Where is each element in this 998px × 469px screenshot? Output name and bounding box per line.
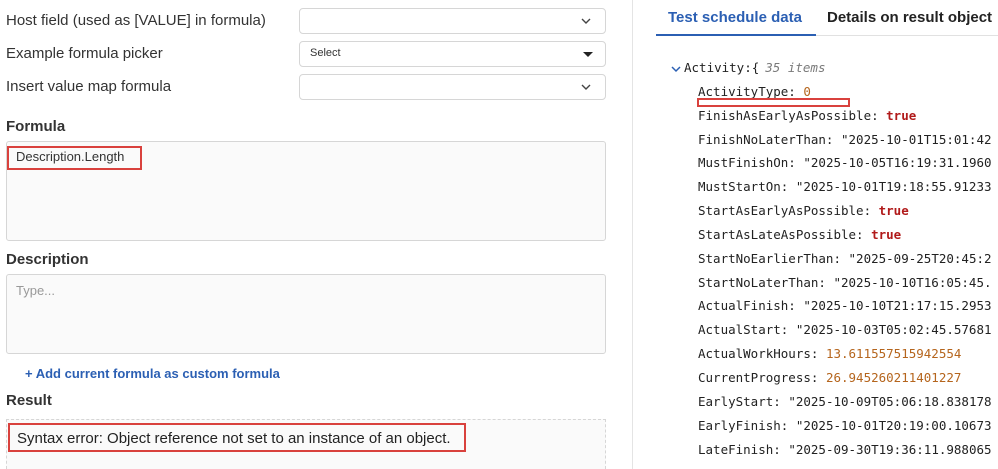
json-key: MustFinishOn: [698,155,796,170]
result-label: Result [6,392,52,409]
json-row: LateFinish: "2025-09-30T19:36:11.988065 [698,442,992,457]
json-key: ActivityType: [698,84,796,99]
active-tab-indicator [656,34,816,36]
json-value: "2025-10-09T05:06:18.838178 [788,394,992,409]
chevron-down-icon[interactable] [670,63,682,75]
json-value: "2025-10-10T16:05:45. [833,275,992,290]
json-row: FinishAsEarlyAsPossible: true [698,108,916,123]
tab-details-on-result-object[interactable]: Details on result object [827,9,992,26]
description-placeholder: Type... [16,283,56,298]
example-picker-value: Select [310,47,341,59]
json-key: MustStartOn: [698,179,789,194]
caret-down-icon [583,52,593,57]
activity-type-highlight-box [697,98,850,107]
json-row: FinishNoLaterThan: "2025-10-01T15:01:42 [698,132,992,147]
json-value: true [886,108,917,123]
chevron-down-icon [581,84,591,90]
json-row: ActualFinish: "2025-10-10T21:17:15.2953 [698,298,992,313]
json-value: "2025-10-01T15:01:42 [841,132,992,147]
json-value: 13.611557515942554 [825,346,962,361]
json-item-count: 35 items [765,60,826,75]
json-value: "2025-10-10T21:17:15.2953 [803,298,992,313]
json-row: MustStartOn: "2025-10-01T19:18:55.91233 [698,179,992,194]
json-value: 26.945260211401227 [825,370,962,385]
json-root-node[interactable]: Activity:{35 items [670,60,825,75]
json-row: ActivityType: 0 [698,84,811,99]
json-value: 0 [803,84,811,99]
description-label: Description [6,251,89,268]
json-value: "2025-10-03T05:02:45.57681 [795,322,992,337]
json-row: StartNoEarlierThan: "2025-09-25T20:45:2 [698,251,992,266]
json-root-brace: { [751,60,760,75]
json-value: true [871,227,902,242]
json-key: StartAsEarlyAsPossible: [698,203,872,218]
json-key: CurrentProgress: [698,370,819,385]
example-picker-label: Example formula picker [6,45,163,62]
json-key: EarlyFinish: [698,418,789,433]
json-value: "2025-10-01T20:19:00.10673 [795,418,992,433]
json-row: ActualWorkHours: 13.611557515942554 [698,346,961,361]
json-value: true [878,203,909,218]
description-input[interactable]: Type... [6,274,606,354]
host-field-select[interactable] [299,8,606,34]
json-value: "2025-09-25T20:45:2 [848,251,992,266]
value-map-select[interactable] [299,74,606,100]
json-row: ActualStart: "2025-10-03T05:02:45.57681 [698,322,992,337]
formula-editor-panel: Host field (used as [VALUE] in formula) … [0,0,612,469]
json-key: EarlyStart: [698,394,781,409]
json-row: CurrentProgress: 26.945260211401227 [698,370,961,385]
json-row: StartNoLaterThan: "2025-10-10T16:05:45. [698,275,992,290]
json-row: MustFinishOn: "2025-10-05T16:19:31.1960 [698,155,992,170]
host-field-label: Host field (used as [VALUE] in formula) [6,12,266,29]
json-row: EarlyFinish: "2025-10-01T20:19:00.10673 [698,418,992,433]
add-custom-formula-link[interactable]: + Add current formula as custom formula [25,366,280,381]
json-key: LateFinish: [698,442,781,457]
json-value: "2025-10-05T16:19:31.1960 [803,155,992,170]
json-root-key: Activity: [684,60,752,75]
json-row: StartAsEarlyAsPossible: true [698,203,909,218]
result-highlight-box [8,423,466,452]
json-key: FinishAsEarlyAsPossible: [698,108,879,123]
schedule-data-panel: Test schedule data Details on result obj… [633,0,998,469]
json-key: ActualStart: [698,322,789,337]
formula-label: Formula [6,118,66,135]
json-row: EarlyStart: "2025-10-09T05:06:18.838178 [698,394,992,409]
chevron-down-icon [581,18,591,24]
tab-bar: Test schedule data Details on result obj… [656,0,998,36]
json-key: StartNoEarlierThan: [698,251,841,266]
value-map-label: Insert value map formula [6,78,172,95]
json-key: StartNoLaterThan: [698,275,826,290]
example-formula-picker[interactable]: Select [299,41,606,67]
json-row: StartAsLateAsPossible: true [698,227,901,242]
json-value: "2025-09-30T19:36:11.988065 [788,442,992,457]
json-value: "2025-10-01T19:18:55.91233 [795,179,992,194]
json-key: ActualFinish: [698,298,796,313]
tab-test-schedule-data[interactable]: Test schedule data [668,9,802,26]
json-key: ActualWorkHours: [698,346,819,361]
formula-highlight-box [7,146,142,170]
json-key: StartAsLateAsPossible: [698,227,864,242]
json-key: FinishNoLaterThan: [698,132,834,147]
